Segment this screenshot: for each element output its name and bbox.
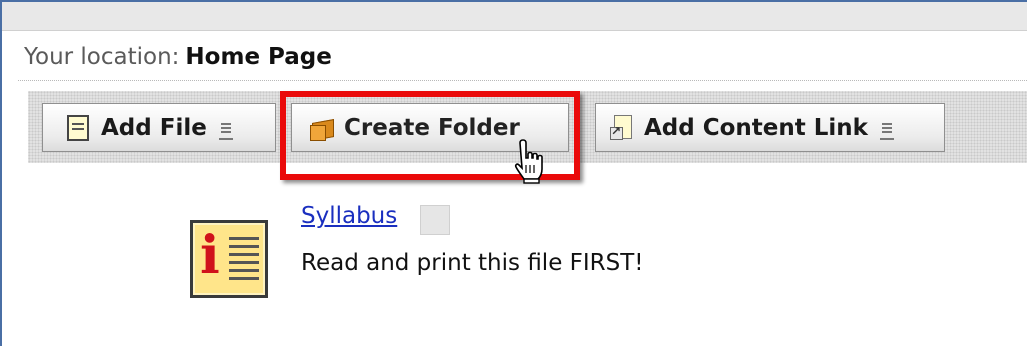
content-link-icon	[610, 114, 632, 141]
item-menu-button[interactable]	[420, 205, 450, 235]
add-file-button[interactable]: Add File	[42, 103, 276, 152]
divider	[18, 80, 1027, 81]
add-file-label: Add File	[101, 114, 207, 141]
add-content-link-label: Add Content Link	[644, 114, 868, 141]
file-icon	[67, 114, 89, 141]
menu-icon[interactable]	[879, 122, 894, 140]
item-title-link[interactable]: Syllabus	[301, 203, 397, 229]
top-strip	[2, 2, 1027, 31]
item-description: Read and print this file FIRST!	[301, 250, 644, 276]
location-label: Your location:	[24, 44, 180, 70]
add-content-link-button[interactable]: Add Content Link	[595, 103, 945, 152]
info-document-icon: i	[190, 220, 268, 298]
breadcrumb: Your location: Home Page	[24, 44, 332, 70]
location-current: Home Page	[185, 44, 332, 70]
menu-icon[interactable]	[218, 122, 233, 140]
hand-pointer-icon	[514, 139, 543, 184]
